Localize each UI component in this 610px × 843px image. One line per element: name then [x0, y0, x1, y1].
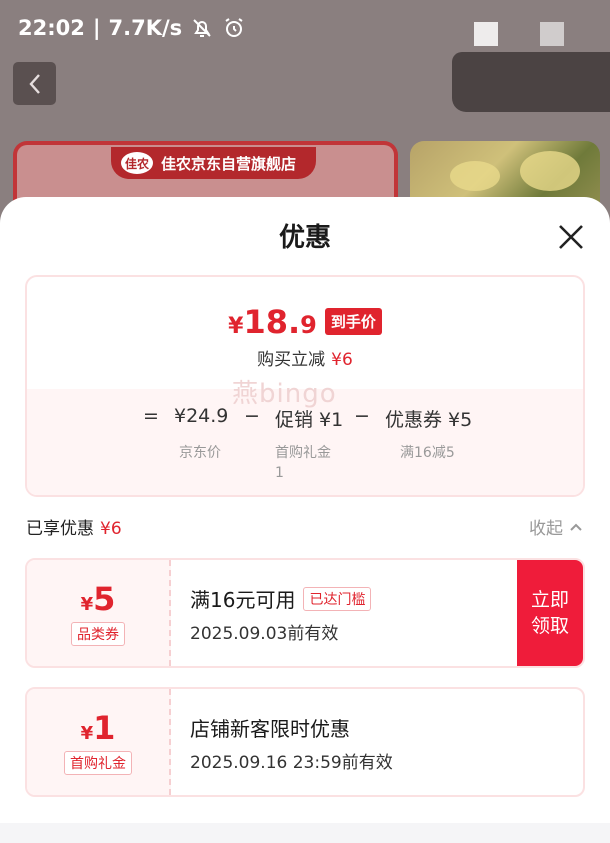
store-logo: 佳农: [121, 152, 153, 174]
coupon-currency: ¥: [80, 723, 94, 744]
blurred-header-area: [452, 52, 610, 112]
enjoyed-discount: 已享优惠 ¥6: [26, 514, 122, 539]
coupon-title: 店铺新客限时优惠: [190, 717, 350, 741]
formula-minus: −: [244, 405, 260, 427]
blurred-pixel: [540, 22, 564, 46]
coupon-title: 满16元可用: [190, 588, 296, 612]
collapse-label: 收起: [529, 519, 563, 539]
enjoyed-amount: ¥6: [100, 519, 122, 539]
final-price-dec: 9: [300, 311, 317, 339]
coupon-amount: 优惠券 ¥5: [385, 409, 473, 431]
jd-price: ¥24.9: [174, 405, 229, 427]
status-time: 22:02: [18, 16, 85, 40]
coupon-card: ¥5 品类券 满16元可用 已达门槛 2025.09.03前有效 立即 领取: [25, 558, 585, 668]
coupon-validity: 2025.09.16 23:59前有效: [190, 753, 393, 773]
close-button[interactable]: [553, 219, 589, 255]
collapse-toggle[interactable]: 收起: [529, 514, 583, 539]
coupon-type-badge: 品类券: [71, 622, 125, 646]
coupon-card: ¥1 首购礼金 店铺新客限时优惠 2025.09.16 23:59前有效: [25, 687, 585, 797]
coupon-type-badge: 首购礼金: [64, 751, 132, 775]
sheet-title: 优惠: [278, 223, 331, 253]
coupon-amount-number: 1: [93, 709, 116, 747]
store-banner: 佳农 佳农京东自营旗舰店: [111, 147, 317, 179]
threshold-reached-badge: 已达门槛: [303, 586, 372, 611]
promo-count: 1: [275, 465, 284, 481]
chevron-left-icon: [28, 73, 40, 94]
final-price-tag: 到手价: [324, 308, 382, 335]
discount-sheet: 优惠 ¥18.9 到手价 购买立减 ¥6 燕bingo = ¥24.9 − 促销 …: [0, 197, 610, 843]
coupon-value-area: ¥1 首购礼金: [27, 689, 171, 795]
alarm-icon: [225, 18, 243, 37]
mute-icon: [193, 19, 211, 37]
final-price-row: ¥18.9 到手价: [27, 303, 583, 341]
status-bar: 22:02 | 7.7K/s: [18, 14, 246, 42]
promo-label: 首购礼金: [275, 445, 331, 461]
promo-amount: 促销 ¥1: [275, 409, 344, 431]
reduce-row: 购买立减 ¥6: [27, 345, 583, 370]
coupon-value: ¥5: [81, 580, 116, 618]
close-icon: [559, 225, 583, 249]
claim-coupon-button[interactable]: 立即 领取: [517, 560, 583, 666]
back-button[interactable]: [13, 62, 56, 105]
bottom-divider: [0, 823, 610, 843]
jd-price-label: 京东价: [179, 445, 221, 461]
final-price-int: 18.: [243, 303, 301, 341]
status-speed: 7.7K/s: [108, 16, 183, 40]
coupon-label: 满16减5: [400, 445, 455, 461]
coupon-validity: 2025.09.03前有效: [190, 624, 339, 644]
coupon-title-row: 满16元可用 已达门槛: [190, 584, 372, 613]
store-name: 佳农京东自营旗舰店: [161, 154, 297, 173]
coupon-details: 满16元可用 已达门槛 2025.09.03前有效: [190, 584, 372, 644]
enjoyed-label: 已享优惠: [26, 519, 94, 539]
coupon-value-area: ¥5 品类券: [27, 560, 171, 666]
coupon-currency: ¥: [80, 594, 94, 615]
formula-equals: =: [143, 405, 159, 427]
reduce-amount: ¥6: [331, 350, 353, 370]
status-separator: |: [92, 16, 101, 40]
claim-line-2: 领取: [530, 615, 569, 637]
coupon-title-row: 店铺新客限时优惠: [190, 713, 393, 742]
chevron-up-icon: [570, 523, 582, 531]
coupon-value: ¥1: [81, 709, 116, 747]
reduce-label: 购买立减: [257, 350, 326, 370]
price-summary-card: ¥18.9 到手价 购买立减 ¥6 燕bingo = ¥24.9 − 促销 ¥1 …: [25, 275, 585, 497]
claim-line-1: 立即: [530, 589, 569, 611]
coupon-details: 店铺新客限时优惠 2025.09.16 23:59前有效: [190, 713, 393, 773]
coupon-amount-number: 5: [93, 580, 116, 618]
formula-minus: −: [354, 405, 370, 427]
blurred-pixel: [474, 22, 498, 46]
final-price-symbol: ¥: [228, 314, 244, 339]
final-price: ¥18.9: [228, 303, 317, 341]
